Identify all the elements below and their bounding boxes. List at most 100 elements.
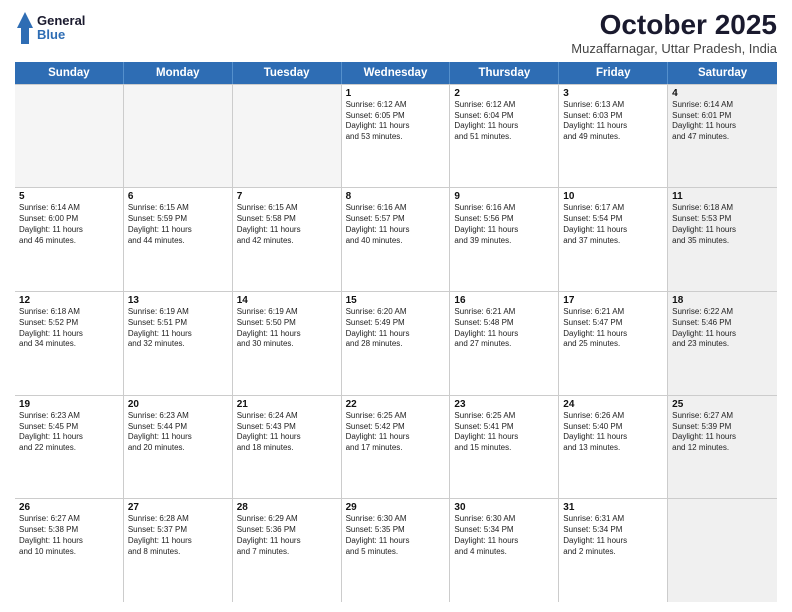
cell-info: Sunrise: 6:19 AMSunset: 5:50 PMDaylight:… <box>237 307 337 350</box>
day-number: 22 <box>346 399 446 410</box>
day-number: 25 <box>672 399 773 410</box>
calendar-cell: 3Sunrise: 6:13 AMSunset: 6:03 PMDaylight… <box>559 85 668 188</box>
day-number: 27 <box>128 502 228 513</box>
calendar-cell <box>124 85 233 188</box>
logo: General Blue <box>15 10 85 46</box>
day-number: 12 <box>19 295 119 306</box>
calendar-cell: 10Sunrise: 6:17 AMSunset: 5:54 PMDayligh… <box>559 188 668 291</box>
day-number: 23 <box>454 399 554 410</box>
cell-info: Sunrise: 6:12 AMSunset: 6:04 PMDaylight:… <box>454 100 554 143</box>
calendar-cell: 29Sunrise: 6:30 AMSunset: 5:35 PMDayligh… <box>342 499 451 602</box>
cell-info: Sunrise: 6:13 AMSunset: 6:03 PMDaylight:… <box>563 100 663 143</box>
cell-info: Sunrise: 6:20 AMSunset: 5:49 PMDaylight:… <box>346 307 446 350</box>
cell-info: Sunrise: 6:21 AMSunset: 5:47 PMDaylight:… <box>563 307 663 350</box>
calendar-header-cell: Wednesday <box>342 62 451 84</box>
cell-info: Sunrise: 6:18 AMSunset: 5:53 PMDaylight:… <box>672 203 773 246</box>
day-number: 19 <box>19 399 119 410</box>
calendar-header-cell: Saturday <box>668 62 777 84</box>
day-number: 10 <box>563 191 663 202</box>
calendar-cell: 20Sunrise: 6:23 AMSunset: 5:44 PMDayligh… <box>124 396 233 499</box>
calendar-cell: 8Sunrise: 6:16 AMSunset: 5:57 PMDaylight… <box>342 188 451 291</box>
calendar-row: 1Sunrise: 6:12 AMSunset: 6:05 PMDaylight… <box>15 84 777 189</box>
day-number: 5 <box>19 191 119 202</box>
day-number: 4 <box>672 88 773 99</box>
cell-info: Sunrise: 6:28 AMSunset: 5:37 PMDaylight:… <box>128 514 228 557</box>
day-number: 9 <box>454 191 554 202</box>
calendar-cell: 14Sunrise: 6:19 AMSunset: 5:50 PMDayligh… <box>233 292 342 395</box>
calendar-body: 1Sunrise: 6:12 AMSunset: 6:05 PMDaylight… <box>15 84 777 602</box>
calendar-header-cell: Friday <box>559 62 668 84</box>
logo-text-blue: Blue <box>37 28 85 42</box>
subtitle: Muzaffarnagar, Uttar Pradesh, India <box>571 41 777 56</box>
day-number: 17 <box>563 295 663 306</box>
cell-info: Sunrise: 6:16 AMSunset: 5:56 PMDaylight:… <box>454 203 554 246</box>
calendar: SundayMondayTuesdayWednesdayThursdayFrid… <box>15 62 777 602</box>
calendar-cell: 7Sunrise: 6:15 AMSunset: 5:58 PMDaylight… <box>233 188 342 291</box>
day-number: 14 <box>237 295 337 306</box>
day-number: 8 <box>346 191 446 202</box>
calendar-row: 19Sunrise: 6:23 AMSunset: 5:45 PMDayligh… <box>15 396 777 500</box>
calendar-cell: 13Sunrise: 6:19 AMSunset: 5:51 PMDayligh… <box>124 292 233 395</box>
header: General Blue October 2025 Muzaffarnagar,… <box>15 10 777 56</box>
calendar-header-cell: Thursday <box>450 62 559 84</box>
calendar-cell: 28Sunrise: 6:29 AMSunset: 5:36 PMDayligh… <box>233 499 342 602</box>
day-number: 20 <box>128 399 228 410</box>
day-number: 2 <box>454 88 554 99</box>
calendar-cell: 4Sunrise: 6:14 AMSunset: 6:01 PMDaylight… <box>668 85 777 188</box>
calendar-cell <box>233 85 342 188</box>
day-number: 16 <box>454 295 554 306</box>
calendar-cell: 27Sunrise: 6:28 AMSunset: 5:37 PMDayligh… <box>124 499 233 602</box>
calendar-cell: 30Sunrise: 6:30 AMSunset: 5:34 PMDayligh… <box>450 499 559 602</box>
calendar-cell: 25Sunrise: 6:27 AMSunset: 5:39 PMDayligh… <box>668 396 777 499</box>
day-number: 29 <box>346 502 446 513</box>
cell-info: Sunrise: 6:14 AMSunset: 6:01 PMDaylight:… <box>672 100 773 143</box>
calendar-row: 5Sunrise: 6:14 AMSunset: 6:00 PMDaylight… <box>15 188 777 292</box>
calendar-cell <box>668 499 777 602</box>
cell-info: Sunrise: 6:14 AMSunset: 6:00 PMDaylight:… <box>19 203 119 246</box>
calendar-cell: 24Sunrise: 6:26 AMSunset: 5:40 PMDayligh… <box>559 396 668 499</box>
calendar-row: 26Sunrise: 6:27 AMSunset: 5:38 PMDayligh… <box>15 499 777 602</box>
logo-text-general: General <box>37 14 85 28</box>
calendar-cell: 15Sunrise: 6:20 AMSunset: 5:49 PMDayligh… <box>342 292 451 395</box>
logo-bird-icon <box>15 10 35 46</box>
calendar-cell: 19Sunrise: 6:23 AMSunset: 5:45 PMDayligh… <box>15 396 124 499</box>
calendar-header-cell: Monday <box>124 62 233 84</box>
cell-info: Sunrise: 6:12 AMSunset: 6:05 PMDaylight:… <box>346 100 446 143</box>
calendar-cell: 16Sunrise: 6:21 AMSunset: 5:48 PMDayligh… <box>450 292 559 395</box>
calendar-cell <box>15 85 124 188</box>
cell-info: Sunrise: 6:21 AMSunset: 5:48 PMDaylight:… <box>454 307 554 350</box>
cell-info: Sunrise: 6:23 AMSunset: 5:45 PMDaylight:… <box>19 411 119 454</box>
calendar-cell: 17Sunrise: 6:21 AMSunset: 5:47 PMDayligh… <box>559 292 668 395</box>
calendar-cell: 2Sunrise: 6:12 AMSunset: 6:04 PMDaylight… <box>450 85 559 188</box>
cell-info: Sunrise: 6:27 AMSunset: 5:39 PMDaylight:… <box>672 411 773 454</box>
day-number: 3 <box>563 88 663 99</box>
cell-info: Sunrise: 6:29 AMSunset: 5:36 PMDaylight:… <box>237 514 337 557</box>
calendar-cell: 9Sunrise: 6:16 AMSunset: 5:56 PMDaylight… <box>450 188 559 291</box>
calendar-cell: 1Sunrise: 6:12 AMSunset: 6:05 PMDaylight… <box>342 85 451 188</box>
calendar-cell: 6Sunrise: 6:15 AMSunset: 5:59 PMDaylight… <box>124 188 233 291</box>
cell-info: Sunrise: 6:23 AMSunset: 5:44 PMDaylight:… <box>128 411 228 454</box>
title-block: October 2025 Muzaffarnagar, Uttar Prades… <box>571 10 777 56</box>
cell-info: Sunrise: 6:26 AMSunset: 5:40 PMDaylight:… <box>563 411 663 454</box>
day-number: 15 <box>346 295 446 306</box>
day-number: 11 <box>672 191 773 202</box>
day-number: 30 <box>454 502 554 513</box>
cell-info: Sunrise: 6:22 AMSunset: 5:46 PMDaylight:… <box>672 307 773 350</box>
cell-info: Sunrise: 6:15 AMSunset: 5:59 PMDaylight:… <box>128 203 228 246</box>
calendar-header-cell: Tuesday <box>233 62 342 84</box>
calendar-cell: 21Sunrise: 6:24 AMSunset: 5:43 PMDayligh… <box>233 396 342 499</box>
calendar-cell: 18Sunrise: 6:22 AMSunset: 5:46 PMDayligh… <box>668 292 777 395</box>
main-title: October 2025 <box>571 10 777 41</box>
page: General Blue October 2025 Muzaffarnagar,… <box>0 0 792 612</box>
cell-info: Sunrise: 6:15 AMSunset: 5:58 PMDaylight:… <box>237 203 337 246</box>
calendar-cell: 22Sunrise: 6:25 AMSunset: 5:42 PMDayligh… <box>342 396 451 499</box>
calendar-cell: 12Sunrise: 6:18 AMSunset: 5:52 PMDayligh… <box>15 292 124 395</box>
day-number: 13 <box>128 295 228 306</box>
cell-info: Sunrise: 6:31 AMSunset: 5:34 PMDaylight:… <box>563 514 663 557</box>
calendar-header-row: SundayMondayTuesdayWednesdayThursdayFrid… <box>15 62 777 84</box>
calendar-row: 12Sunrise: 6:18 AMSunset: 5:52 PMDayligh… <box>15 292 777 396</box>
cell-info: Sunrise: 6:30 AMSunset: 5:34 PMDaylight:… <box>454 514 554 557</box>
cell-info: Sunrise: 6:25 AMSunset: 5:42 PMDaylight:… <box>346 411 446 454</box>
cell-info: Sunrise: 6:25 AMSunset: 5:41 PMDaylight:… <box>454 411 554 454</box>
cell-info: Sunrise: 6:27 AMSunset: 5:38 PMDaylight:… <box>19 514 119 557</box>
